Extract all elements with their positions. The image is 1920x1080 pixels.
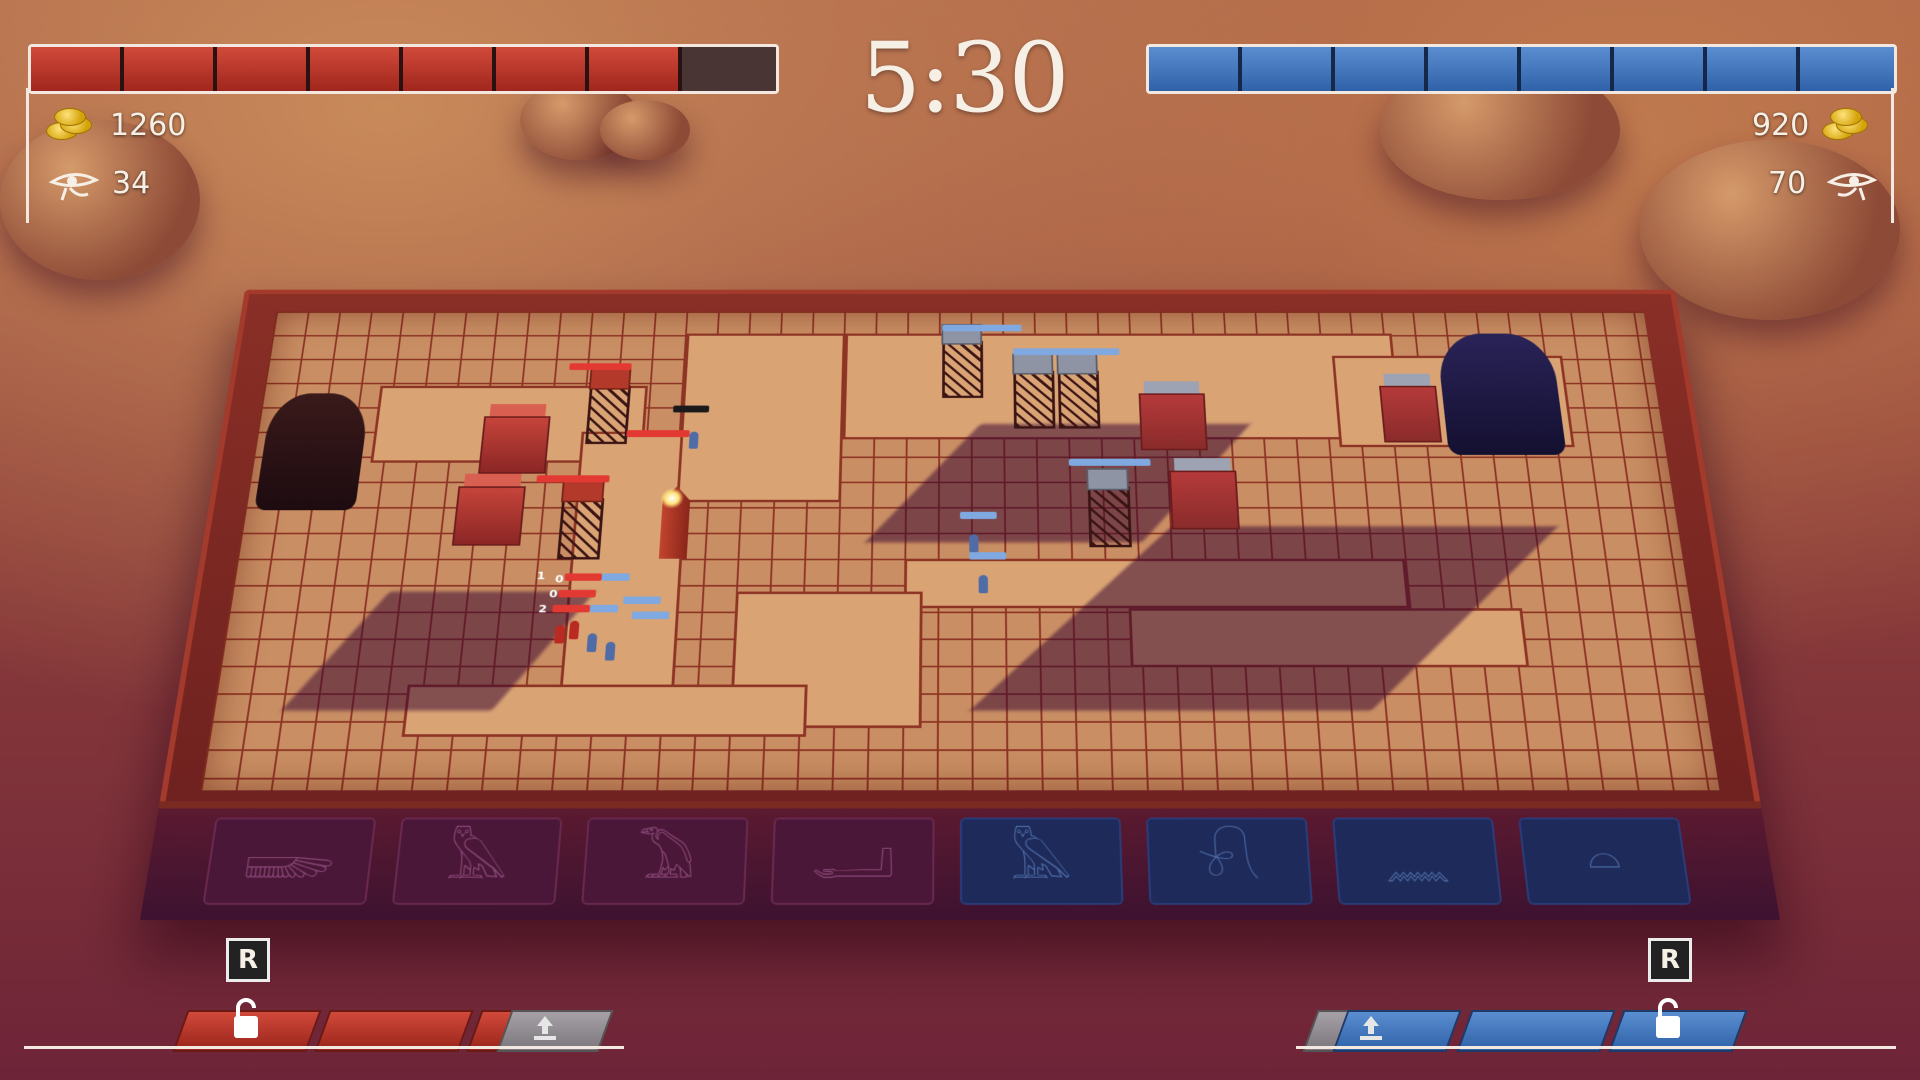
- unit-health-bar: [601, 573, 630, 581]
- health-segment: [1149, 47, 1242, 91]
- unit-health-bar: [623, 596, 662, 605]
- blue-gold-count: 920: [1752, 108, 1810, 143]
- red-ability-baseline: [24, 1046, 624, 1049]
- blue-temple-block: [1169, 470, 1240, 530]
- red-watch-tower: [585, 385, 632, 445]
- red-hud-bracket: [26, 88, 29, 223]
- unit-health-bar: [589, 604, 619, 613]
- blue-unit[interactable]: [969, 534, 979, 553]
- blue-unit[interactable]: [978, 575, 989, 594]
- unit-health-bar: [564, 573, 603, 581]
- red-gold-count: 1260: [110, 108, 187, 143]
- path-segment: [676, 333, 846, 503]
- red-vision-count: 34: [112, 166, 151, 201]
- health-segment: [1707, 47, 1800, 91]
- health-segment: [217, 47, 310, 91]
- board-hieroglyph-side: 𓆃 𓅓 𓅐 𓂝 𓅓 𓍯 𓈖 𓏏: [140, 801, 1780, 920]
- blue-watch-tower: [1013, 370, 1056, 429]
- blue-unit[interactable]: [604, 641, 616, 661]
- blue-watch-tower: [1087, 486, 1132, 548]
- blue-hud-bracket: [1891, 88, 1894, 223]
- unit-group-label: 0: [548, 588, 559, 601]
- match-timer: 5:30: [860, 22, 1070, 134]
- unit-group-label: 0: [554, 573, 565, 586]
- tower-health-bar: [1013, 348, 1120, 356]
- eye-of-horus-icon: [48, 173, 100, 201]
- tower-health-bar: [569, 363, 632, 371]
- hieroglyph-panel: 𓂝: [770, 817, 935, 905]
- health-segment-empty: [682, 47, 776, 91]
- tower-health-bar: [942, 324, 1022, 332]
- red-watch-tower: [556, 498, 605, 560]
- blue-ability-baseline: [1296, 1046, 1896, 1049]
- red-player-health-bar: [28, 44, 779, 94]
- unlock-icon: [1656, 998, 1680, 1038]
- desert-rock: [600, 100, 690, 160]
- blue-watch-tower: [942, 340, 984, 398]
- gold-coins-icon: [1820, 108, 1872, 142]
- hieroglyph-panel: 𓅐: [581, 817, 749, 905]
- hieroglyph-panel: 𓈖: [1332, 817, 1503, 905]
- red-pharaoh-statue: [254, 393, 371, 511]
- red-ability-key: R: [226, 938, 270, 982]
- blue-vision-count: 70: [1768, 166, 1807, 201]
- eye-of-horus-icon: [1826, 173, 1878, 201]
- blue-temple-block: [1138, 393, 1208, 451]
- desert-rock: [0, 120, 200, 280]
- hieroglyph-panel: 𓆃: [202, 817, 377, 905]
- unit-group-label: 2: [537, 603, 548, 616]
- blue-ability-key: R: [1648, 938, 1692, 982]
- hieroglyph-panel: 𓏏: [1518, 817, 1692, 905]
- gold-coins-icon: [44, 108, 96, 142]
- path-segment: [557, 431, 690, 711]
- blue-unit[interactable]: [586, 633, 598, 653]
- unit-group-label: 1: [536, 570, 546, 583]
- health-segment: [1428, 47, 1521, 91]
- unit-health-bar: [552, 604, 591, 613]
- unit-health-bar: [672, 405, 710, 413]
- board-grid: 1 0 0 2: [200, 311, 1720, 791]
- unlock-icon: [234, 998, 258, 1038]
- hieroglyph-panel: 𓅓: [391, 817, 563, 905]
- health-segment: [403, 47, 496, 91]
- game-board: 1 0 0 2 𓆃 𓅓 𓅐 𓂝 𓅓 𓍯 𓈖 𓏏: [140, 289, 1780, 920]
- tower-health-bar: [536, 475, 610, 483]
- health-segment: [31, 47, 124, 91]
- unit-health-bar: [558, 589, 597, 598]
- blue-player-health-bar: [1146, 44, 1897, 94]
- red-unit[interactable]: [568, 620, 580, 640]
- tower-health-bar: [626, 430, 690, 438]
- upload-icon: [534, 1016, 556, 1040]
- hieroglyph-panel: 𓅓: [960, 817, 1124, 905]
- blue-temple-block: [1379, 385, 1443, 443]
- unit-health-bar: [960, 511, 997, 520]
- health-segment: [124, 47, 217, 91]
- hieroglyph-panel: 𓍯: [1146, 817, 1313, 905]
- health-segment: [1335, 47, 1428, 91]
- red-temple-block: [451, 486, 526, 546]
- health-segment: [496, 47, 589, 91]
- unit-health-bar: [969, 552, 1007, 560]
- blue-unit[interactable]: [688, 431, 699, 449]
- red-temple-block: [478, 416, 551, 474]
- upload-icon: [1360, 1016, 1382, 1040]
- blue-watch-tower: [1057, 370, 1101, 429]
- blue-anubis-statue: [1435, 333, 1567, 455]
- health-segment: [1800, 47, 1894, 91]
- health-segment: [310, 47, 403, 91]
- health-segment: [1521, 47, 1614, 91]
- health-segment: [1614, 47, 1707, 91]
- red-unit[interactable]: [554, 624, 566, 644]
- health-segment: [1242, 47, 1335, 91]
- health-segment: [589, 47, 682, 91]
- unit-health-bar: [631, 611, 670, 620]
- tower-health-bar: [1068, 458, 1151, 466]
